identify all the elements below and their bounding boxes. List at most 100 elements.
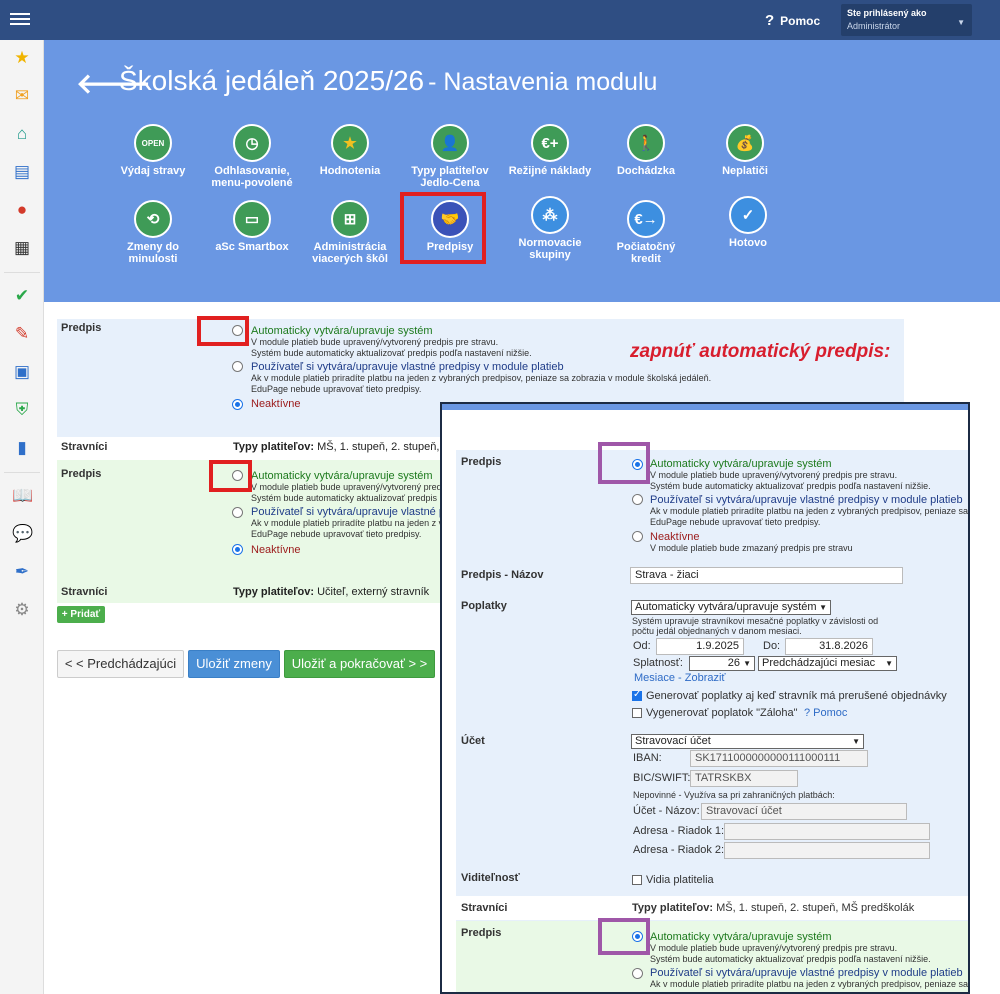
bic-label: BIC/SWIFT: <box>633 772 691 784</box>
predpis-label: Predpis <box>461 456 502 468</box>
option-neaktivne-title: Neaktívne <box>251 398 301 410</box>
user-menu[interactable]: Ste prihlásený ako Administrátor ▼ <box>841 4 972 36</box>
radio-pouzivatel[interactable] <box>232 507 243 518</box>
option-desc: Systém bude automaticky aktualizovať pre… <box>650 954 931 964</box>
tile-vydaj-stravy[interactable]: OPEN Výdaj stravy <box>108 124 198 177</box>
star-icon[interactable]: ★ <box>12 48 32 68</box>
briefcase-icon[interactable]: ▣ <box>12 362 32 382</box>
chevron-down-icon: ▼ <box>852 737 860 746</box>
chat-icon[interactable]: 💬 <box>12 524 33 544</box>
vidia-checkbox[interactable] <box>632 875 642 885</box>
stravnici-label: Stravníci <box>461 902 508 914</box>
ucet-select[interactable]: Stravovací účet ▼ <box>631 734 864 749</box>
radio-neaktivne[interactable] <box>232 544 243 555</box>
check-circle-icon[interactable]: ✔ <box>12 286 32 306</box>
nepovinne-note: Nepovinné - Využíva sa pri zahraničných … <box>633 790 835 800</box>
poplatky-label: Poplatky <box>461 600 507 612</box>
mail-icon[interactable]: ✉ <box>12 86 32 106</box>
bic-input[interactable]: TATRSKBX <box>690 770 798 787</box>
save-continue-button[interactable]: Uložiť a pokračovať > > <box>284 650 435 678</box>
history-clock-icon: ⟲ <box>134 200 172 238</box>
calendar-icon[interactable]: ▦ <box>12 238 32 258</box>
predpis-label: Predpis <box>61 322 102 334</box>
chevron-down-icon: ▼ <box>885 659 893 668</box>
generovat-label: Generovať poplatky aj keď stravník má pr… <box>646 690 947 702</box>
date-from-input[interactable]: 1.9.2025 <box>656 638 744 655</box>
generovat-checkbox[interactable] <box>632 689 642 701</box>
bar-chart-icon[interactable]: ▮ <box>12 438 32 458</box>
option-desc: EduPage nebude upravovať tieto predpisy. <box>650 517 821 527</box>
tile-neplatici[interactable]: 💰 Neplatiči <box>700 124 790 177</box>
option-neaktivne-title: Neaktívne <box>650 531 700 543</box>
tile-pociatocny-kredit[interactable]: €→ Počiatočný kredit <box>601 200 691 265</box>
option-desc: Ak v module platieb priradíte platbu na … <box>650 506 969 516</box>
splatnost-month-select[interactable]: Predchádzajúci mesiac ▼ <box>758 656 897 671</box>
home-icon[interactable]: ⌂ <box>12 124 32 144</box>
option-automaticky-title: Automaticky vytvára/upravuje systém <box>650 931 832 943</box>
tile-smartbox[interactable]: ▭ aSc Smartbox <box>207 200 297 253</box>
radio-pouzivatel[interactable] <box>632 494 643 505</box>
radio-pouzivatel[interactable] <box>232 361 243 372</box>
tile-normovacie-skupiny[interactable]: ⁂ Normovacie skupiny <box>505 196 595 261</box>
gear-icon[interactable]: ⚙ <box>12 600 32 620</box>
predpis-label: Predpis <box>61 468 102 480</box>
pen-icon[interactable]: ✒ <box>12 562 32 582</box>
predpis-nazov-input[interactable]: Strava - žiaci <box>630 567 903 584</box>
add-button[interactable]: + Pridať <box>57 606 105 623</box>
do-label: Do: <box>763 640 781 652</box>
open-sign-icon: OPEN <box>134 124 172 162</box>
save-button[interactable]: Uložiť zmeny <box>188 650 280 678</box>
shield-icon[interactable]: ⛨ <box>12 400 32 420</box>
open-book-icon[interactable]: 📖 <box>12 486 33 506</box>
mesiace-link[interactable]: Mesiace - Zobraziť <box>634 672 726 684</box>
option-pouzivatel-title: Používateľ si vytvára/upravuje vlastné p… <box>650 494 963 506</box>
tile-administracia-skol[interactable]: ⊞ Administrácia viacerých škôl <box>305 200 395 265</box>
option-automaticky-title: Automaticky vytvára/upravuje systém <box>251 470 433 482</box>
splatnost-label: Splatnosť: <box>633 657 683 669</box>
detail-green-section: Predpis Automaticky vytvára/upravuje sys… <box>456 921 968 992</box>
radio-highlight-purple-2 <box>598 918 650 955</box>
menu-icon[interactable] <box>10 10 30 28</box>
poplatky-desc: počtu jedál objednaných v danom mesiaci. <box>632 626 802 636</box>
iban-input[interactable]: SK1711000000000111000111 <box>690 750 868 767</box>
ucet-nazov-label: Účet - Názov: <box>633 805 700 817</box>
od-label: Od: <box>633 640 651 652</box>
radio-highlight-purple-1 <box>598 442 650 484</box>
nazov-label: Predpis - Názov <box>461 569 544 581</box>
tile-dochadzka[interactable]: 🚶 Dochádzka <box>601 124 691 177</box>
radio-neaktivne[interactable] <box>632 531 643 542</box>
poplatky-select[interactable]: Automaticky vytvára/upravuje systém ▼ <box>631 600 831 615</box>
sidebar: ★ ✉ ⌂ ▤ ● ▦ ✔ ✎ ▣ ⛨ ▮ 📖 💬 ✒ ⚙ <box>0 40 44 994</box>
sidebar-divider <box>4 272 40 273</box>
adresa2-label: Adresa - Riadok 2: <box>633 844 725 856</box>
tile-rezijne-naklady[interactable]: €+ Režijné náklady <box>505 124 595 177</box>
groups-dots-icon: ⁂ <box>531 196 569 234</box>
panel-header-strip <box>442 404 968 410</box>
tile-hodnotenia[interactable]: ★ Hodnotenia <box>305 124 395 177</box>
radio-neaktivne[interactable] <box>232 399 243 410</box>
euro-plus-icon: €+ <box>531 124 569 162</box>
person-icon[interactable]: ● <box>12 200 32 220</box>
user-role: Administrátor <box>847 21 901 31</box>
tile-hotovo[interactable]: ✓ Hotovo <box>703 196 793 249</box>
adresa1-input[interactable] <box>724 823 930 840</box>
help-link[interactable]: ? Pomoc <box>765 12 820 29</box>
previous-button[interactable]: < < Predchádzajúci <box>57 650 184 678</box>
zaloha-label: Vygenerovať poplatok "Záloha" <box>646 707 798 719</box>
top-bar: ? Pomoc Ste prihlásený ako Administrátor … <box>0 0 1000 40</box>
zaloha-checkbox[interactable] <box>632 708 642 718</box>
book-icon[interactable]: ▤ <box>12 162 32 182</box>
adresa2-input[interactable] <box>724 842 930 859</box>
option-desc: Ak v module platieb priradíte platbu na … <box>251 373 712 383</box>
option-desc: V module platieb bude upravený/vytvorený… <box>650 470 898 480</box>
tile-zmeny-do-minulosti[interactable]: ⟲ Zmeny do minulosti <box>108 200 198 265</box>
radio-pouzivatel[interactable] <box>632 968 643 979</box>
ucet-nazov-input[interactable]: Stravovací účet <box>701 803 907 820</box>
grade-icon[interactable]: ✎ <box>12 324 32 344</box>
clock-icon: ◷ <box>233 124 271 162</box>
splatnost-day-select[interactable]: 26 ▼ <box>689 656 755 671</box>
tile-odhlasovanie[interactable]: ◷ Odhlasovanie, menu-povolené <box>207 124 297 189</box>
date-to-input[interactable]: 31.8.2026 <box>785 638 873 655</box>
pomoc-link[interactable]: ? Pomoc <box>804 707 847 719</box>
tile-typy-platitelov[interactable]: 👤 Typy platiteľov Jedlo-Cena <box>405 124 495 189</box>
